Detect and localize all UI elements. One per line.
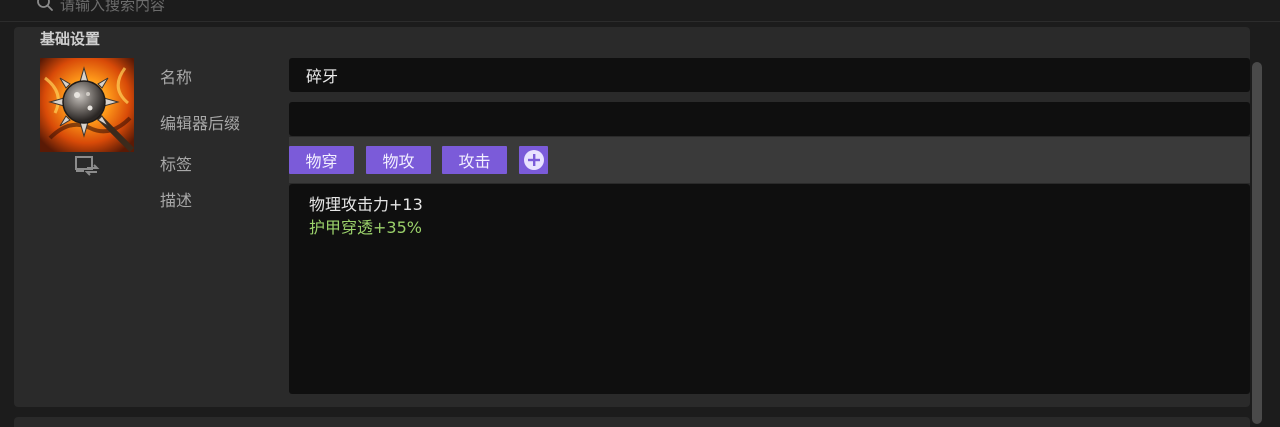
description-label: 描述 (160, 191, 193, 210)
search-input[interactable] (60, 0, 660, 15)
spiked-mace-icon (40, 58, 134, 152)
tag-item[interactable]: 攻击 (442, 146, 507, 174)
scrollbar[interactable] (1250, 27, 1264, 424)
suffix-input[interactable] (289, 102, 1250, 136)
name-input[interactable] (289, 58, 1250, 92)
item-image[interactable] (40, 58, 134, 152)
swap-image-icon[interactable] (73, 155, 101, 177)
description-bonus-line: 护甲穿透+35% (309, 218, 422, 237)
name-label: 名称 (160, 68, 193, 87)
tags-row: 物穿 物攻 攻击 (289, 137, 1250, 183)
tag-item[interactable]: 物穿 (289, 146, 354, 174)
add-tag-button[interactable] (519, 146, 548, 174)
suffix-label: 编辑器后缀 (160, 114, 241, 133)
next-panel-edge (14, 417, 1250, 427)
suffix-field (289, 102, 1250, 136)
name-field (289, 58, 1250, 92)
tag-item[interactable]: 物攻 (366, 146, 431, 174)
section-title: 基础设置 (40, 30, 101, 48)
scrollbar-thumb[interactable] (1252, 62, 1262, 424)
plus-circle-icon (523, 150, 544, 170)
description-line: 物理攻击力+13 (309, 195, 423, 214)
search-bar (0, 0, 1280, 22)
basic-settings-panel: 基础设置 名称 碎牙 编辑器后缀 标签 物穿 物攻 攻击 描述 物理攻击力+13… (14, 27, 1250, 407)
description-editor[interactable]: 物理攻击力+13 护甲穿透+35% (289, 184, 1250, 394)
tags-label: 标签 (160, 155, 193, 174)
search-icon[interactable] (36, 0, 54, 12)
